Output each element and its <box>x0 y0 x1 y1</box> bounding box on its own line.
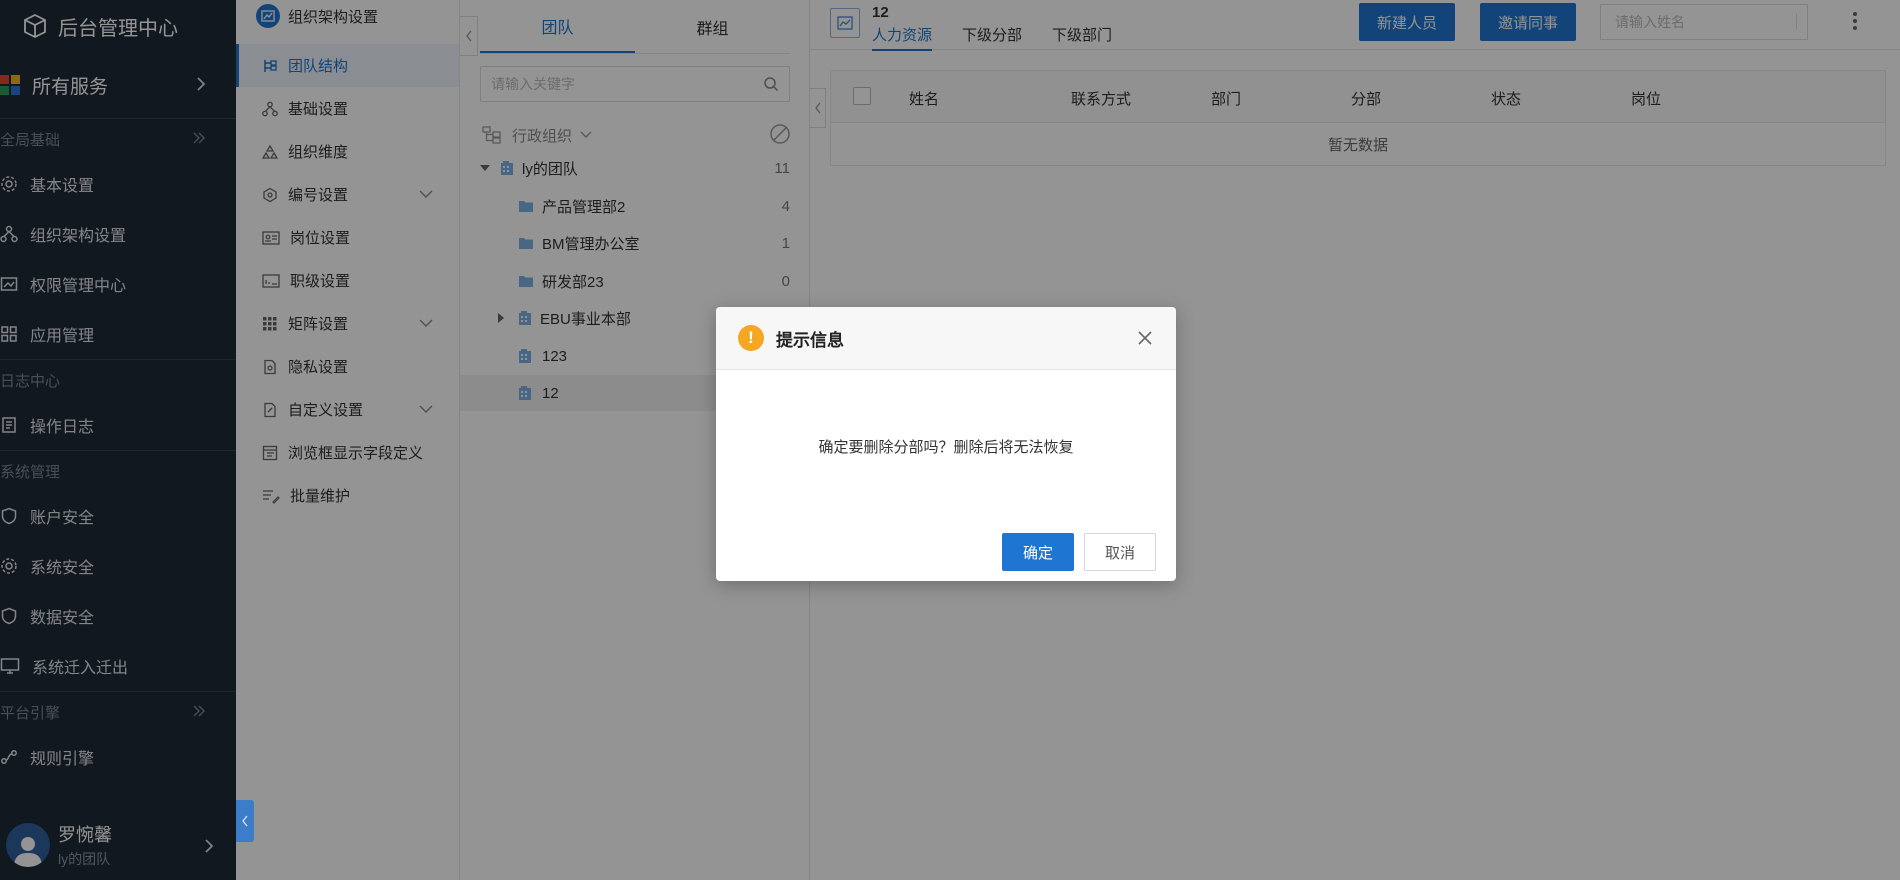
confirm-dialog: ! 提示信息 确定要删除分部吗？删除后将无法恢复 确定 取消 <box>716 307 1176 581</box>
chevron-left-icon <box>242 815 248 827</box>
warning-icon: ! <box>738 325 764 351</box>
cancel-button[interactable]: 取消 <box>1084 533 1156 571</box>
sidebar-toggle-button[interactable] <box>236 800 254 842</box>
dialog-header: ! 提示信息 <box>716 307 1176 370</box>
dialog-footer: 确定 取消 <box>1002 533 1156 571</box>
dialog-message: 确定要删除分部吗？删除后将无法恢复 <box>818 438 1074 456</box>
dialog-title: 提示信息 <box>776 330 844 350</box>
confirm-button[interactable]: 确定 <box>1002 533 1074 571</box>
close-icon[interactable] <box>1136 329 1154 347</box>
